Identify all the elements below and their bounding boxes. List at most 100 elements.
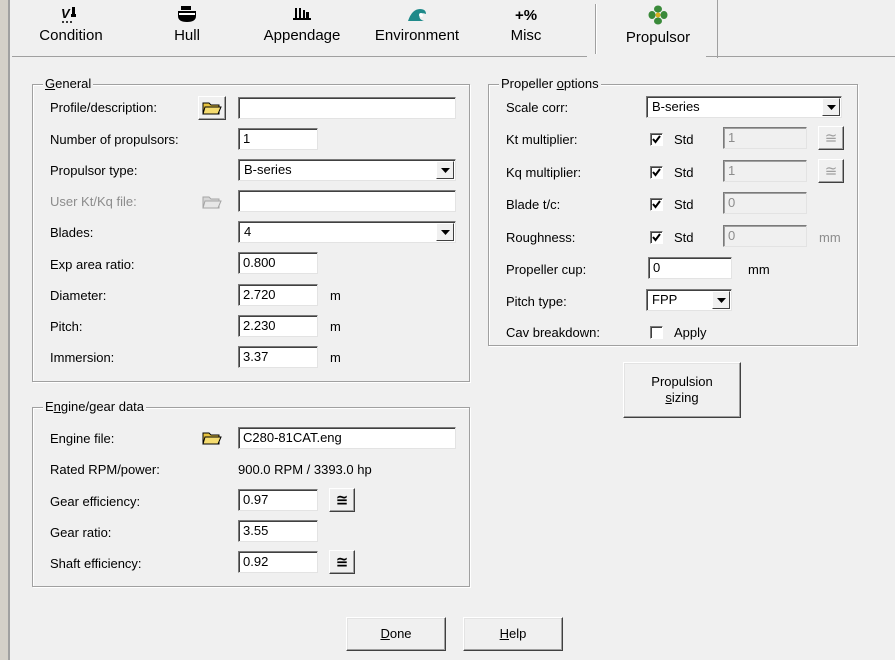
- propeller-options-group: Propeller options Scale corr: B-series K…: [488, 76, 858, 346]
- cav-apply-label: Apply: [674, 325, 707, 340]
- pitch-type-label: Pitch type:: [506, 294, 567, 309]
- toolbar: V Condition Hull Appendage Environment +…: [12, 0, 895, 58]
- toolbar-separator: [595, 4, 597, 54]
- propeller-options-title: Propeller options: [499, 76, 601, 92]
- engine-group-title: Engine/gear data: [43, 399, 147, 415]
- propeller-cup-label: Propeller cup:: [506, 262, 587, 277]
- toolbar-appendage-button[interactable]: Appendage: [252, 0, 352, 56]
- chevron-down-icon[interactable]: [712, 291, 730, 309]
- roughness-input[interactable]: 0: [723, 225, 807, 247]
- gear-efficiency-input[interactable]: 0.97: [238, 489, 318, 511]
- kq-estimate-button[interactable]: ≅: [818, 159, 844, 183]
- blades-value: 4: [244, 224, 252, 239]
- environment-icon: [406, 3, 428, 27]
- toolbar-appendage-label: Appendage: [263, 27, 341, 44]
- toolbar-hull-button[interactable]: Hull: [157, 0, 217, 56]
- help-button[interactable]: Help: [463, 617, 563, 651]
- diameter-unit: m: [330, 288, 341, 303]
- gear-efficiency-estimate-button[interactable]: ≅: [329, 488, 355, 512]
- blade-tc-input[interactable]: 0: [723, 192, 807, 214]
- cav-apply-checkbox[interactable]: [650, 326, 663, 339]
- scale-corr-value: B-series: [652, 99, 700, 114]
- rated-label: Rated RPM/power:: [50, 462, 160, 477]
- shaft-efficiency-label: Shaft efficiency:: [50, 556, 142, 571]
- chevron-down-icon[interactable]: [822, 98, 840, 116]
- rated-value: 900.0 RPM / 3393.0 hp: [238, 462, 372, 477]
- toolbar-propulsor-content: Propulsor: [598, 0, 718, 56]
- gear-efficiency-label: Gear efficiency:: [50, 494, 141, 509]
- toolbar-condition-button[interactable]: V Condition: [26, 0, 116, 56]
- pitch-unit: m: [330, 319, 341, 334]
- chevron-down-icon[interactable]: [436, 161, 454, 179]
- toolbar-misc-button[interactable]: +% Misc: [496, 0, 556, 56]
- misc-icon: +%: [514, 6, 538, 24]
- engine-file-label: Engine file:: [50, 431, 115, 446]
- immersion-unit: m: [330, 350, 341, 365]
- gear-ratio-label: Gear ratio:: [50, 525, 112, 540]
- propeller-cup-input[interactable]: 0: [648, 257, 732, 279]
- chevron-down-icon[interactable]: [436, 223, 454, 241]
- diameter-label: Diameter:: [50, 288, 107, 303]
- propulsion-sizing-button[interactable]: Propulsion sizing: [623, 362, 741, 418]
- pitch-input[interactable]: 2.230: [238, 315, 318, 337]
- toolbar-propulsor-label: Propulsor: [625, 29, 691, 46]
- toolbar-misc-label: Misc: [510, 27, 542, 44]
- kq-std-label: Std: [674, 165, 694, 180]
- user-ktkq-label: User Kt/Kq file:: [50, 194, 137, 209]
- shaft-efficiency-input[interactable]: 0.92: [238, 551, 318, 573]
- svg-text:V: V: [61, 6, 71, 21]
- immersion-input[interactable]: 3.37: [238, 346, 318, 368]
- propulsor-type-select[interactable]: B-series: [238, 159, 456, 181]
- propulsion-sizing-line1: Propulsion: [651, 374, 713, 389]
- done-button[interactable]: Done: [346, 617, 446, 651]
- profile-open-button[interactable]: [198, 96, 226, 120]
- propulsor-type-label: Propulsor type:: [50, 163, 138, 178]
- kt-multiplier-input[interactable]: 1: [723, 127, 807, 149]
- num-propulsors-input[interactable]: 1: [238, 128, 318, 150]
- blade-tc-std-checkbox[interactable]: [650, 198, 663, 211]
- roughness-std-checkbox[interactable]: [650, 231, 663, 244]
- engine-file-input[interactable]: C280-81CAT.eng: [238, 427, 456, 449]
- gear-ratio-input[interactable]: 3.55: [238, 520, 318, 542]
- profile-label: Profile/description:: [50, 100, 157, 115]
- user-ktkq-input[interactable]: [238, 190, 456, 212]
- roughness-std-label: Std: [674, 230, 694, 245]
- kq-multiplier-input[interactable]: 1: [723, 160, 807, 182]
- kq-std-checkbox[interactable]: [650, 166, 663, 179]
- propulsion-sizing-line2: sizing: [665, 390, 699, 405]
- profile-description-input[interactable]: [238, 97, 456, 119]
- kt-multiplier-label: Kt multiplier:: [506, 132, 578, 147]
- kt-estimate-button[interactable]: ≅: [818, 126, 844, 150]
- toolbar-environment-button[interactable]: Environment: [357, 0, 477, 56]
- exp-area-input[interactable]: 0.800: [238, 252, 318, 274]
- condition-icon: V: [60, 3, 82, 27]
- kt-std-checkbox[interactable]: [650, 133, 663, 146]
- kt-std-label: Std: [674, 132, 694, 147]
- open-folder-icon: [202, 196, 222, 209]
- window-left-edge: [0, 0, 10, 660]
- tab-divider: [12, 56, 587, 57]
- exp-area-label: Exp area ratio:: [50, 257, 135, 272]
- open-folder-icon: [202, 432, 222, 445]
- pitch-label: Pitch:: [50, 319, 83, 334]
- blades-select[interactable]: 4: [238, 221, 456, 243]
- roughness-unit: mm: [819, 230, 841, 245]
- engine-file-open-button[interactable]: [198, 426, 226, 450]
- toolbar-environment-label: Environment: [374, 27, 460, 44]
- blades-label: Blades:: [50, 225, 94, 240]
- roughness-label: Roughness:: [506, 230, 576, 245]
- propulsor-dialog: V Condition Hull Appendage Environment +…: [0, 0, 895, 660]
- toolbar-propulsor-tab[interactable]: Propulsor: [598, 0, 718, 58]
- diameter-input[interactable]: 2.720: [238, 284, 318, 306]
- scale-corr-select[interactable]: B-series: [646, 96, 842, 118]
- propeller-cup-unit: mm: [748, 262, 770, 277]
- engine-gear-group: Engine/gear data Engine file: C280-81CAT…: [32, 399, 470, 587]
- pitch-type-select[interactable]: FPP: [646, 289, 732, 311]
- blade-tc-label: Blade t/c:: [506, 197, 561, 212]
- shaft-efficiency-estimate-button[interactable]: ≅: [329, 550, 355, 574]
- user-ktkq-open-button[interactable]: [198, 190, 226, 214]
- propulsor-type-value: B-series: [244, 162, 292, 177]
- cav-breakdown-label: Cav breakdown:: [506, 325, 600, 340]
- toolbar-hull-label: Hull: [174, 27, 200, 44]
- hull-icon: [176, 3, 198, 27]
